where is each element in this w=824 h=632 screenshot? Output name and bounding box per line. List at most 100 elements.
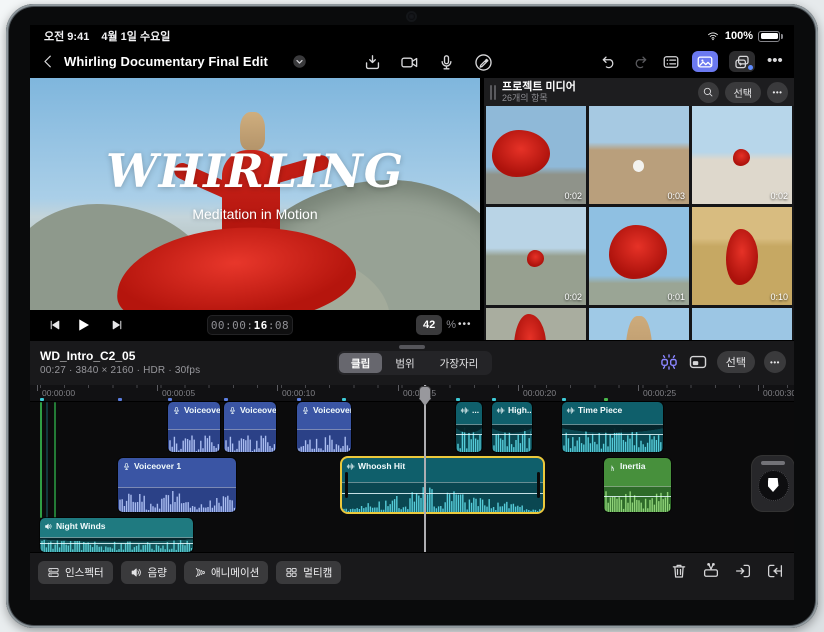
photos-button[interactable] [692, 51, 718, 72]
volume-line[interactable] [604, 495, 671, 497]
timeline-clip[interactable]: Voiceover 2 [224, 402, 276, 452]
jog-dial[interactable] [757, 469, 789, 501]
clip-duration: 0:01 [667, 292, 685, 302]
pencil-button[interactable] [473, 52, 493, 72]
back-button[interactable] [40, 53, 57, 70]
camera-icon [400, 53, 419, 72]
segment-0[interactable]: 클립 [339, 353, 383, 373]
trash-icon[interactable] [670, 562, 688, 580]
export-icon [363, 53, 382, 72]
thumbnail-subject [514, 313, 546, 340]
clip-name: Whoosh Hit [358, 461, 406, 471]
volume-line[interactable] [40, 542, 193, 544]
timeline-more-button[interactable]: ••• [764, 351, 786, 373]
media-more-button[interactable]: ••• [767, 81, 788, 103]
timeline-clip[interactable]: Night Winds [40, 518, 193, 552]
timeline-tracks[interactable]: Voiceover 2 Voiceover 2 Voiceover 3 ... … [30, 398, 794, 552]
blade-icon[interactable] [702, 562, 720, 580]
insertClip-icon[interactable] [734, 562, 752, 580]
volume-line[interactable] [492, 434, 532, 436]
media-select-button[interactable]: 선택 [724, 81, 761, 103]
export-button[interactable] [362, 52, 382, 72]
media-thumbnail-9[interactable] [692, 308, 792, 340]
segment-2[interactable]: 가장자리 [428, 353, 491, 373]
thumbnail-subject [527, 250, 544, 267]
timeline-clip[interactable]: Voiceover 1 [118, 458, 236, 512]
micS-icon [122, 462, 131, 471]
clips-button[interactable] [729, 51, 755, 72]
volume-line[interactable] [456, 434, 482, 436]
photos-icon [696, 53, 714, 71]
clip-name: Voiceover 2 [240, 405, 276, 415]
browser-icon [662, 53, 680, 71]
timeline-select-button[interactable]: 선택 [716, 351, 755, 373]
volume-tool-button[interactable]: 음량 [120, 561, 176, 584]
timeline-resize-handle[interactable] [399, 345, 425, 349]
media-thumbnail-2[interactable]: 0:03 [589, 106, 689, 204]
timeline-clip[interactable]: High... [492, 402, 532, 452]
status-time-date: 오전 9:41 4월 1일 수요일 [44, 28, 170, 44]
playhead-handle[interactable] [419, 386, 431, 400]
media-thumbnail-1[interactable]: 0:02 [486, 106, 586, 204]
clip-connection-dot [224, 398, 228, 401]
playhead[interactable] [419, 385, 431, 552]
snapping-icon[interactable] [659, 352, 679, 372]
segment-1[interactable]: 범위 [383, 353, 426, 373]
clip-edge-marker [40, 402, 42, 518]
browser-button[interactable] [661, 52, 681, 72]
search-button[interactable] [697, 81, 719, 103]
skip-back-icon[interactable] [48, 318, 62, 332]
more-button[interactable]: ••• [766, 52, 786, 72]
media-thumbnail-5[interactable]: 0:01 [589, 207, 689, 305]
play-button[interactable] [74, 316, 92, 334]
timeline-clip[interactable]: Whoosh Hit [342, 458, 543, 512]
jog-wheel[interactable] [751, 455, 794, 512]
skip-forward-icon[interactable] [110, 318, 124, 332]
mic-button[interactable] [436, 52, 456, 72]
ruler-label: 00:00:25 [638, 385, 676, 398]
media-thumbnail-3[interactable]: 0:02 [692, 106, 792, 204]
media-thumbnail-6[interactable]: 0:10 [692, 207, 792, 305]
inspector-icon [47, 566, 60, 579]
clip-connection-dot [492, 398, 496, 401]
panel-drag-handle[interactable] [490, 84, 492, 100]
clip-waveform [297, 429, 351, 452]
volume-line[interactable] [562, 434, 663, 436]
clip-duration: 0:03 [667, 191, 685, 201]
timeline-clip[interactable]: ... [456, 402, 482, 452]
timeline-clip[interactable]: ♪ Inertia [604, 458, 671, 512]
clip-name: Voiceover 3 [313, 405, 351, 415]
clip-connection-dot [456, 398, 460, 401]
battery-icon [758, 30, 783, 42]
media-thumbnail-7[interactable] [486, 308, 586, 340]
wifi-icon [706, 30, 720, 42]
multicam-tool-button[interactable]: 멀티캠 [276, 561, 342, 584]
clip-name: High... [508, 405, 532, 415]
inspector-tool-button[interactable]: 인스펙터 [38, 561, 113, 584]
zoom-value[interactable]: 42 [416, 315, 443, 335]
redo-button[interactable] [630, 52, 650, 72]
timeline-clip[interactable]: Voiceover 2 [168, 402, 220, 452]
clip-edge-marker [54, 402, 56, 518]
jog-drag-bar[interactable] [761, 461, 785, 465]
timeline-ruler[interactable]: 00:00:0000:00:0500:00:1000:00:1500:00:20… [30, 385, 794, 402]
viewer-more-button[interactable]: ••• [458, 319, 472, 330]
video-viewer[interactable]: WHIRLING Meditation in Motion [30, 78, 480, 310]
timecode-display[interactable]: 00:00: 16:08 [207, 315, 293, 335]
undo-button[interactable] [599, 52, 619, 72]
viewer-zoom-control[interactable]: 42 % [416, 315, 456, 335]
clip-duration: 0:02 [564, 292, 582, 302]
animation-tool-button[interactable]: 애니메이션 [183, 561, 269, 584]
jog-pointer-icon [767, 478, 779, 492]
ipad-frame: 오전 9:41 4월 1일 수요일 100% Whirling Document… [6, 4, 818, 628]
title-menu-button[interactable] [292, 54, 307, 69]
timeline-clip[interactable]: Time Piece [562, 402, 663, 452]
clip-duration: 0:10 [770, 292, 788, 302]
media-thumbnail-8[interactable] [589, 308, 689, 340]
media-thumbnail-4[interactable]: 0:02 [486, 207, 586, 305]
overwriteClip-icon[interactable] [766, 562, 784, 580]
timeline-clip[interactable]: Voiceover 3 [297, 402, 351, 452]
camera-button[interactable] [399, 52, 419, 72]
overlay-icon[interactable] [688, 352, 708, 372]
volume-line[interactable] [342, 492, 543, 494]
